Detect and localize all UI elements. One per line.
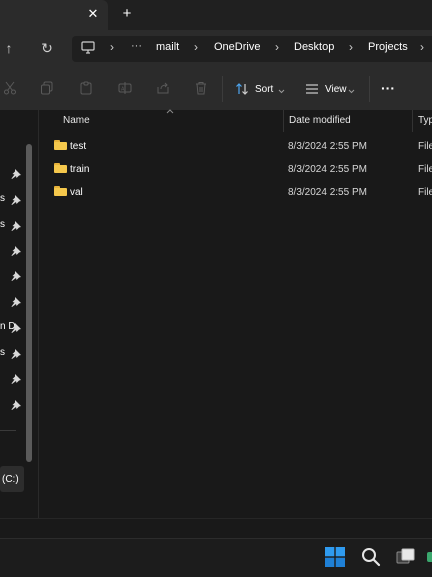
breadcrumb-item-onedrive[interactable]: OneDrive (214, 41, 260, 53)
view-icon (305, 83, 319, 98)
file-name: test (70, 141, 87, 152)
file-row[interactable]: train 8/3/2024 2:55 PM File (40, 158, 432, 180)
breadcrumb-separator: › (275, 40, 279, 54)
view-label: View (325, 84, 347, 95)
chevron-down-icon (348, 86, 355, 97)
file-row[interactable]: val 8/3/2024 2:55 PM File (40, 181, 432, 203)
column-header-date-modified[interactable]: Date modified (289, 115, 351, 126)
cut-icon[interactable] (3, 81, 17, 98)
nav-scrollbar[interactable] (26, 144, 32, 462)
pin-icon (10, 168, 22, 180)
nav-divider (0, 430, 16, 431)
pin-icon (10, 373, 22, 385)
paste-icon[interactable] (79, 81, 93, 98)
delete-icon[interactable] (194, 81, 208, 98)
pin-icon (10, 399, 22, 411)
pin-icon (10, 194, 22, 206)
sort-label: Sort (255, 84, 274, 95)
column-divider[interactable] (283, 110, 284, 132)
column-header-type[interactable]: Typ (418, 115, 432, 126)
nav-item-label[interactable]: s (0, 347, 5, 358)
close-tab-icon[interactable]: ✕ (84, 5, 102, 23)
file-type: File (418, 141, 432, 152)
pin-icon (10, 322, 22, 334)
svg-text:A: A (121, 87, 125, 93)
toolbar-divider (222, 76, 223, 102)
this-pc-icon (81, 41, 95, 54)
breadcrumb-item-projects[interactable]: Projects (368, 41, 408, 53)
folder-icon (54, 140, 67, 150)
file-name: val (70, 187, 83, 198)
copy-icon[interactable] (40, 81, 54, 98)
folder-icon (54, 186, 67, 196)
see-more-icon[interactable]: ··· (381, 80, 395, 96)
breadcrumb-separator: › (420, 40, 424, 54)
column-divider[interactable] (412, 110, 413, 132)
file-date: 8/3/2024 2:55 PM (288, 164, 367, 175)
breadcrumb-item-mailt[interactable]: mailt (156, 41, 179, 53)
chevron-up-icon (166, 106, 174, 117)
refresh-icon[interactable]: ↻ (38, 38, 56, 58)
task-view-icon[interactable] (396, 547, 416, 570)
file-type: File (418, 187, 432, 198)
pin-icon (10, 270, 22, 282)
file-date: 8/3/2024 2:55 PM (288, 141, 367, 152)
sort-icon (235, 82, 249, 99)
taskbar-app-icon[interactable] (427, 552, 432, 562)
up-arrow-icon[interactable]: ↑ (0, 38, 18, 58)
nav-item-label[interactable]: s (0, 219, 5, 230)
search-icon[interactable] (361, 547, 381, 570)
file-date: 8/3/2024 2:55 PM (288, 187, 367, 198)
folder-icon (54, 163, 67, 173)
breadcrumb-separator: › (349, 40, 353, 54)
rename-icon[interactable]: A (118, 81, 132, 98)
file-name: train (70, 164, 90, 175)
breadcrumb-separator: › (194, 40, 198, 54)
pin-icon (10, 296, 22, 308)
nav-item-drive-c[interactable]: (C:) (0, 466, 24, 492)
command-toolbar (0, 68, 432, 111)
pin-icon (10, 245, 22, 257)
file-row[interactable]: test 8/3/2024 2:55 PM File (40, 135, 432, 157)
new-tab-icon[interactable]: + (118, 4, 136, 22)
windows-start-icon[interactable] (325, 547, 345, 570)
pin-icon (10, 220, 22, 232)
status-bar (0, 518, 432, 539)
breadcrumb-separator: › (110, 40, 114, 54)
drive-label: (C:) (2, 474, 19, 485)
column-header-name[interactable]: Name (63, 115, 90, 126)
breadcrumb-overflow[interactable]: ··· (131, 40, 142, 52)
breadcrumb-item-desktop[interactable]: Desktop (294, 41, 334, 53)
view-button[interactable]: View (304, 79, 360, 99)
chevron-down-icon (278, 86, 285, 97)
toolbar-divider (369, 76, 370, 102)
file-type: File (418, 164, 432, 175)
sort-button[interactable]: Sort (234, 79, 290, 99)
pin-icon (10, 348, 22, 360)
share-icon[interactable] (156, 81, 170, 98)
nav-item-label[interactable]: s (0, 193, 5, 204)
